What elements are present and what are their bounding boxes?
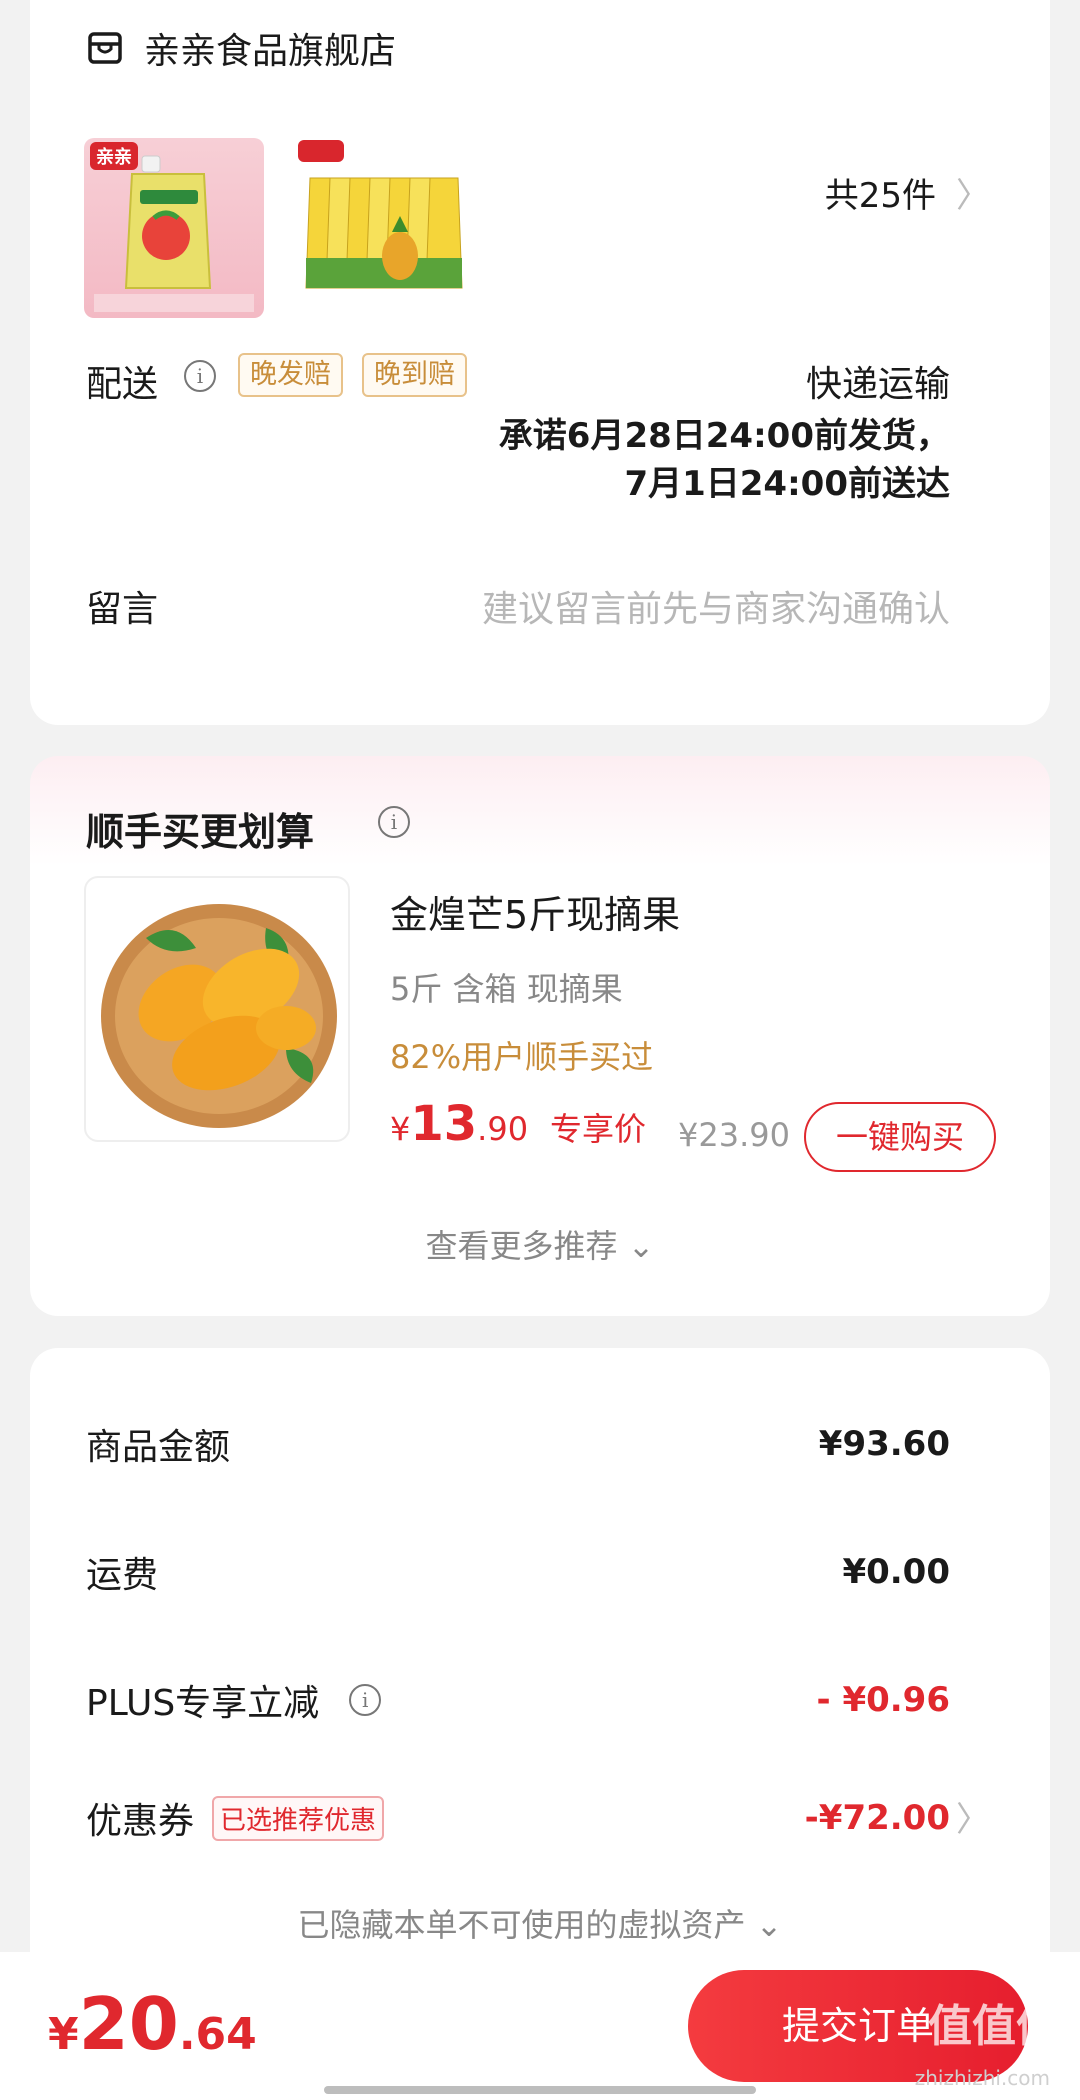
coupon-value: -¥72.00	[804, 1798, 950, 1838]
mango-product-image[interactable]	[84, 876, 350, 1142]
goods-amount-value: ¥93.60	[818, 1424, 950, 1464]
delivery-label: 配送	[86, 364, 159, 405]
exclusive-price: ¥ 13 .90 专享价	[390, 1096, 646, 1152]
brand-logo: 亲亲	[90, 142, 138, 170]
ship-promise: 承诺6月28日24:00前发货，	[498, 416, 950, 456]
info-icon[interactable]: i	[184, 360, 216, 392]
hidden-assets-toggle[interactable]: 已隐藏本单不可使用的虚拟资产 ⌄	[30, 1900, 1050, 1946]
total-currency: ¥	[48, 2009, 79, 2060]
exclusive-price-label: 专享价	[550, 1110, 647, 1148]
store-icon	[88, 32, 122, 64]
plus-discount-row: PLUS专享立减 i - ¥0.96	[86, 1674, 950, 1726]
coupon-label: 优惠券	[86, 1801, 195, 1842]
shipping-fee-label: 运费	[86, 1555, 159, 1596]
recommend-title: 顺手买更划算	[86, 810, 315, 854]
watermark-url: zhizhizhi.com	[914, 2066, 1050, 2090]
late-arrival-compensation-tag: 晚到赔	[362, 353, 467, 397]
recommend-card: 顺手买更划算 i 金煌芒5斤现摘果 5斤 含箱 现摘果 82%用户顺手买过 ¥ …	[30, 756, 1050, 1316]
chevron-right-icon: 〉	[956, 176, 990, 216]
price-decimal: .90	[477, 1110, 529, 1148]
watermark: 值值值	[928, 2001, 1060, 2052]
original-price: ¥23.90	[678, 1116, 790, 1154]
plus-discount-label-group: PLUS专享立减 i	[86, 1674, 382, 1726]
goods-amount-row: 商品金额 ¥93.60	[86, 1418, 950, 1470]
total-decimal: .64	[178, 2009, 257, 2060]
info-icon[interactable]: i	[349, 1684, 382, 1716]
item-count: 共25件	[824, 176, 936, 216]
pineapple-drink-image	[298, 140, 463, 289]
plus-discount-label: PLUS专享立减	[86, 1683, 320, 1724]
product-thumbnail[interactable]	[296, 138, 476, 318]
recommend-product-name[interactable]: 金煌芒5斤现摘果	[390, 884, 680, 939]
late-ship-compensation-tag: 晚发赔	[238, 353, 343, 397]
plus-discount-value: - ¥0.96	[816, 1680, 951, 1720]
goods-amount-label: 商品金额	[86, 1427, 231, 1468]
shipping-fee-row: 运费 ¥0.00	[86, 1546, 950, 1598]
shop-name: 亲亲食品旗舰店	[144, 31, 397, 72]
one-click-buy-button[interactable]: 一键购买	[804, 1102, 996, 1172]
recommended-coupon-tag: 已选推荐优惠	[212, 1795, 385, 1841]
recommend-product-spec: 5斤 含箱 现摘果	[390, 970, 623, 1008]
chevron-right-icon[interactable]: 〉	[956, 1792, 990, 1841]
mango-basket-image	[101, 904, 337, 1128]
delivery-method[interactable]: 快递运输	[806, 355, 950, 407]
info-icon[interactable]: i	[378, 806, 410, 838]
message-label: 留言	[86, 589, 159, 630]
shop-card: 亲亲食品旗舰店 亲亲 共25件 〉 配送 i 晚发赔 晚到赔 快递运输 承诺6月…	[30, 0, 1050, 725]
arrival-promise: 7月1日24:00前送达	[624, 464, 950, 504]
price-integer: 13	[410, 1096, 478, 1152]
social-proof-text: 82%用户顺手买过	[390, 1038, 654, 1076]
total-integer: 20	[78, 1982, 179, 2066]
shipping-fee-value: ¥0.00	[842, 1552, 950, 1592]
total-price: ¥ 20 .64	[48, 1982, 257, 2066]
price-currency: ¥	[390, 1110, 411, 1148]
product-thumbnail[interactable]: 亲亲	[84, 138, 264, 318]
item-count-row[interactable]: 共25件 〉	[825, 168, 990, 217]
coupon-row[interactable]: 优惠券 已选推荐优惠 -¥72.00	[86, 1792, 950, 1844]
more-recommendations-link[interactable]: 查看更多推荐 ⌄	[30, 1221, 1050, 1267]
delivery-promise: 承诺6月28日24:00前发货， 7月1日24:00前送达	[499, 412, 950, 508]
shop-header[interactable]: 亲亲食品旗舰店	[86, 22, 396, 74]
message-input[interactable]: 建议留言前先与商家沟通确认	[482, 580, 950, 632]
home-indicator[interactable]	[324, 2086, 756, 2094]
price-summary-card: 商品金额 ¥93.60 运费 ¥0.00 PLUS专享立减 i - ¥0.96 …	[30, 1348, 1050, 2008]
coupon-label-group: 优惠券 已选推荐优惠	[86, 1792, 385, 1844]
